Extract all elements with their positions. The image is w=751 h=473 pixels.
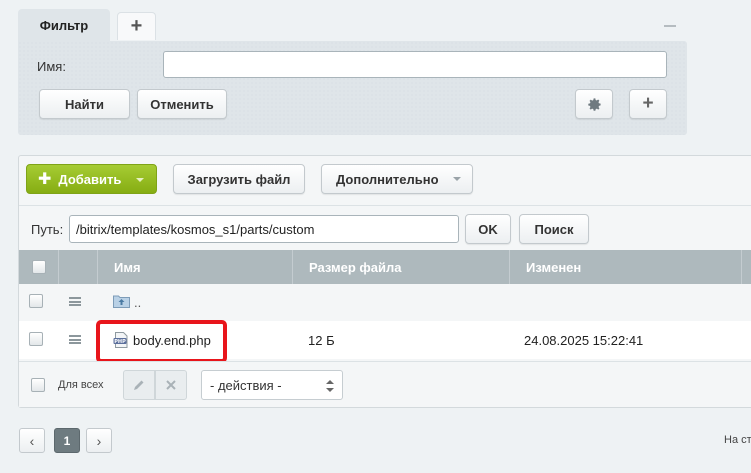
page-size-label: На ст	[724, 434, 751, 446]
filter-find-button[interactable]: Найти	[39, 89, 130, 119]
row-checkbox[interactable]	[29, 294, 43, 308]
add-button[interactable]: ✚ Добавить	[26, 164, 157, 194]
filter-add-tab-button[interactable]: +	[117, 12, 156, 40]
filter-cancel-button[interactable]: Отменить	[137, 89, 227, 119]
next-page-button[interactable]: ›	[86, 428, 112, 453]
header-actions-cell	[58, 250, 97, 284]
path-ok-button[interactable]: OK	[465, 214, 511, 244]
filter-name-input[interactable]	[163, 51, 667, 78]
path-input[interactable]: /bitrix/templates/kosmos_s1/parts/custom	[69, 215, 459, 243]
table-header: Имя Размер файла Изменен	[19, 250, 751, 284]
chevron-down-icon	[452, 177, 461, 181]
actions-select-value: - действия -	[210, 378, 282, 393]
for-all-checkbox[interactable]	[31, 378, 45, 392]
page-1-button[interactable]: 1	[54, 428, 80, 453]
upload-file-button[interactable]: Загрузить файл	[173, 164, 305, 194]
header-checkbox-cell	[19, 250, 58, 284]
more-button[interactable]: Дополнительно	[321, 164, 473, 194]
highlight-box	[96, 320, 227, 363]
header-extra-cell	[741, 250, 751, 284]
filter-name-label: Имя:	[37, 59, 66, 74]
row-size: 12 Б	[308, 333, 335, 348]
menu-icon[interactable]	[69, 335, 81, 344]
divider	[19, 205, 751, 206]
row-checkbox[interactable]	[29, 332, 43, 346]
plus-icon: ✚	[38, 171, 52, 188]
actions-select[interactable]: - действия -	[201, 370, 343, 400]
gear-icon	[587, 97, 601, 111]
row-modified: 24.08.2025 15:22:41	[524, 333, 644, 348]
path-search-button[interactable]: Поиск	[519, 214, 589, 244]
chevron-down-icon	[136, 178, 144, 182]
filter-tab[interactable]: Фильтр	[18, 9, 110, 42]
row-name[interactable]: ..	[134, 295, 141, 310]
column-size[interactable]: Размер файла	[292, 250, 509, 284]
column-modified[interactable]: Изменен	[509, 250, 741, 284]
prev-page-button[interactable]: ‹	[19, 428, 45, 453]
folder-up-icon[interactable]	[113, 294, 130, 308]
filter-add-field-button[interactable]: +	[629, 89, 667, 119]
path-label: Путь:	[31, 222, 64, 237]
for-all-label: Для всех	[58, 379, 104, 391]
menu-icon[interactable]	[69, 297, 81, 306]
pencil-icon	[134, 380, 144, 390]
more-button-label: Дополнительно	[336, 171, 439, 187]
filter-collapse-icon[interactable]	[664, 25, 676, 27]
select-arrows-icon	[326, 380, 334, 392]
select-all-checkbox[interactable]	[31, 260, 46, 274]
column-name[interactable]: Имя	[97, 250, 292, 284]
add-button-label: Добавить	[58, 171, 122, 187]
filter-settings-button[interactable]	[575, 89, 613, 119]
edit-button[interactable]	[123, 370, 155, 400]
delete-button[interactable]	[155, 370, 187, 400]
close-icon	[166, 380, 176, 390]
